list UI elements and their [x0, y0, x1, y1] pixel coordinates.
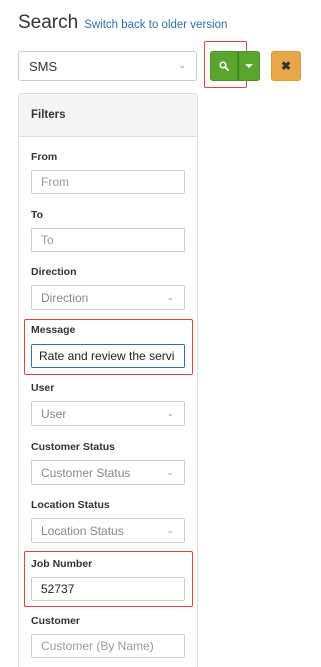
customer-input[interactable] [31, 634, 185, 658]
clear-search-button[interactable]: ✖ [271, 51, 301, 81]
switch-version-link[interactable]: Switch back to older version [84, 19, 227, 31]
chevron-down-icon: ⌄ [166, 467, 174, 477]
from-input[interactable] [31, 170, 185, 194]
chevron-down-icon: ⌄ [166, 408, 174, 418]
close-icon: ✖ [280, 59, 292, 73]
message-input[interactable] [31, 344, 185, 368]
chevron-down-icon: ⌄ [166, 292, 174, 302]
message-label: Message [31, 324, 76, 336]
customer-label: Customer [31, 615, 81, 627]
customer-status-select-value: Customer Status [41, 466, 131, 480]
from-label: From [31, 151, 58, 163]
customer-status-select[interactable]: Customer Status ⌄ [31, 460, 185, 485]
user-label: User [31, 382, 55, 394]
location-status-select[interactable]: Location Status ⌄ [31, 518, 185, 543]
user-select-value: User [41, 407, 67, 421]
to-input[interactable] [31, 228, 185, 252]
search-icon [219, 61, 229, 71]
customer-status-label: Customer Status [31, 441, 116, 453]
search-type-value: SMS [29, 58, 58, 74]
to-label: To [31, 209, 44, 221]
job-number-label: Job Number [31, 558, 93, 570]
filters-heading: Filters [19, 94, 197, 137]
chevron-down-icon: ⌄ [166, 525, 174, 535]
page-header: Search Switch back to older version [18, 12, 227, 34]
search-options-dropdown-button[interactable] [238, 51, 260, 81]
chevron-down-icon: ⌄ [178, 60, 186, 70]
user-select[interactable]: User ⌄ [31, 401, 185, 426]
direction-label: Direction [31, 266, 77, 278]
caret-down-icon [245, 64, 253, 68]
direction-select-value: Direction [41, 291, 89, 305]
location-status-select-value: Location Status [41, 524, 124, 538]
job-number-input[interactable] [31, 577, 185, 601]
search-button[interactable] [210, 51, 238, 81]
location-status-label: Location Status [31, 499, 110, 511]
page-title: Search [18, 12, 79, 33]
search-type-select[interactable]: SMS ⌄ [18, 51, 197, 81]
direction-select[interactable]: Direction ⌄ [31, 285, 185, 310]
